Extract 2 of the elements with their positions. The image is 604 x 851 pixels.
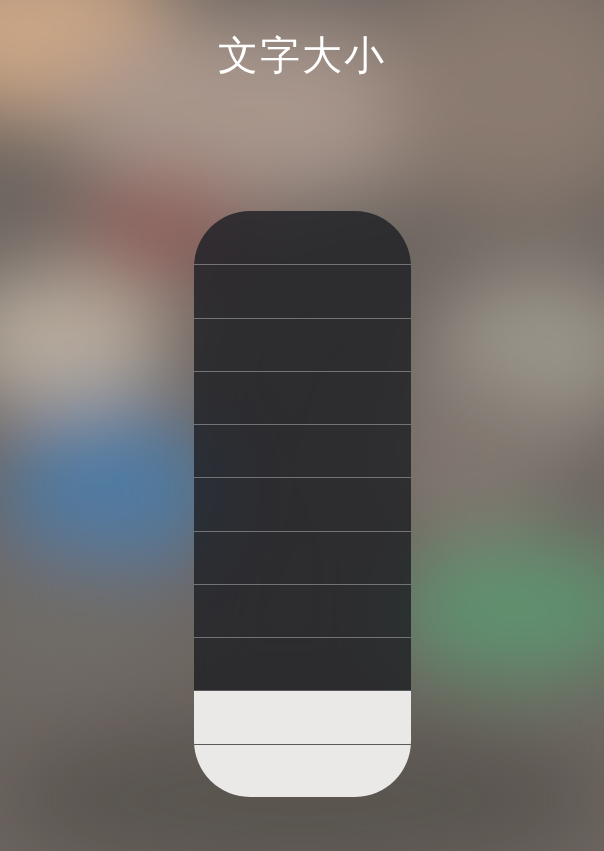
text-size-slider[interactable] bbox=[194, 211, 410, 797]
screen-title: 文字大小 bbox=[218, 32, 386, 81]
